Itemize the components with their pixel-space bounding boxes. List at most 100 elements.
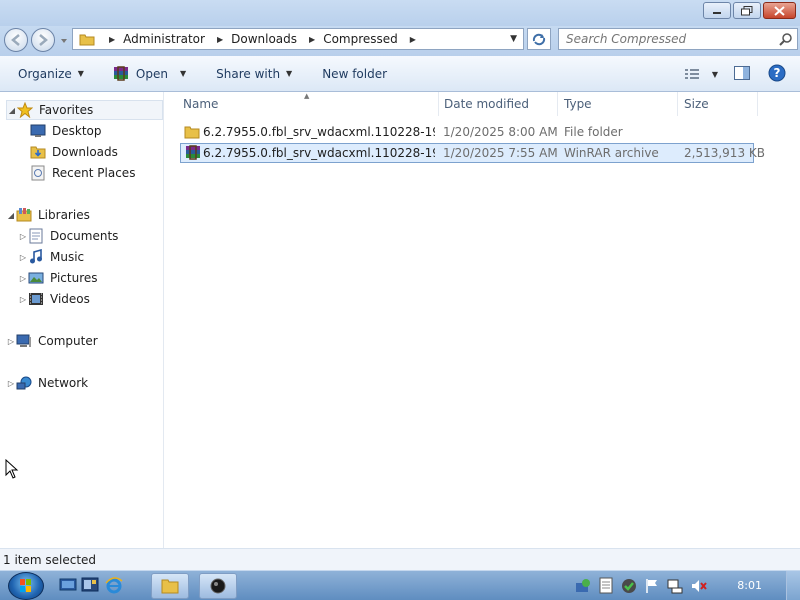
chevron-down-icon: ▼ — [179, 69, 187, 78]
document-tray-icon[interactable] — [598, 577, 614, 595]
expand-arrow-icon[interactable]: ▷ — [18, 295, 28, 304]
network-tray-icon[interactable] — [574, 577, 592, 595]
minimize-button[interactable] — [703, 2, 731, 19]
breadcrumb-administrator[interactable]: Administrator — [123, 32, 205, 46]
help-button[interactable]: ? — [768, 64, 786, 85]
search-icon[interactable] — [779, 32, 793, 46]
expand-arrow-icon[interactable]: ▷ — [18, 274, 28, 283]
file-date: 1/20/2025 8:00 AM — [443, 125, 558, 139]
column-date-label: Date modified — [444, 97, 530, 111]
breadcrumb-separator-icon[interactable]: ▶ — [410, 35, 416, 44]
recent-pages-dropdown[interactable] — [60, 34, 68, 46]
computer-icon — [16, 334, 31, 347]
share-with-button[interactable]: Share with ▼ — [208, 62, 300, 86]
show-desktop-button[interactable] — [786, 571, 800, 600]
nav-pictures[interactable]: ▷ Pictures — [18, 268, 98, 288]
breadcrumb-separator-icon[interactable]: ▶ — [309, 35, 315, 44]
column-header-type[interactable]: Type — [558, 92, 678, 116]
network-connection-icon[interactable] — [666, 577, 684, 595]
help-icon: ? — [768, 64, 786, 81]
forward-button[interactable] — [31, 28, 55, 52]
nav-videos[interactable]: ▷ Videos — [18, 289, 90, 309]
documents-icon — [29, 228, 43, 244]
collapse-arrow-icon[interactable]: ◢ — [7, 106, 17, 115]
nav-desktop[interactable]: Desktop — [30, 121, 102, 141]
address-dropdown-icon[interactable]: ▼ — [510, 34, 517, 44]
status-bar: 1 item selected — [0, 548, 800, 570]
title-bar — [0, 0, 800, 26]
nav-music-label: Music — [50, 250, 85, 264]
breadcrumb-compressed[interactable]: Compressed — [323, 32, 398, 46]
nav-documents-label: Documents — [50, 229, 119, 243]
change-view-button[interactable]: ▼ — [684, 68, 718, 80]
back-button[interactable] — [4, 28, 28, 52]
windows-logo-icon — [20, 579, 31, 592]
organize-label: Organize — [18, 66, 72, 81]
nav-documents[interactable]: ▷ Documents — [18, 226, 118, 246]
clock[interactable]: 8:01 — [737, 579, 762, 592]
close-button[interactable] — [763, 2, 796, 19]
nav-computer[interactable]: ▷ Computer — [6, 331, 98, 351]
column-size-label: Size — [684, 97, 709, 111]
server-manager-icon[interactable] — [81, 576, 99, 594]
open-button[interactable]: Open ▼ — [104, 62, 194, 86]
expand-arrow-icon[interactable]: ▷ — [18, 253, 28, 262]
column-header-date-modified[interactable]: Date modified — [438, 92, 558, 116]
restore-icon — [741, 5, 753, 15]
volume-muted-icon[interactable] — [690, 577, 708, 595]
libraries-icon — [16, 208, 32, 222]
file-row-selected[interactable]: 6.2.7955.0.fbl_srv_wdacxml.110228-1930_.… — [180, 143, 765, 163]
collapse-arrow-icon[interactable]: ◢ — [6, 211, 16, 220]
nav-favorites[interactable]: ◢ Favorites — [6, 100, 163, 120]
preview-pane-button[interactable] — [734, 65, 750, 83]
nav-network[interactable]: ▷ Network — [6, 373, 88, 393]
security-tray-icon[interactable] — [620, 577, 638, 595]
svg-text:?: ? — [774, 66, 781, 80]
nav-videos-label: Videos — [50, 292, 90, 306]
close-icon — [774, 5, 785, 16]
expand-arrow-icon[interactable]: ▷ — [6, 337, 16, 346]
star-icon — [17, 102, 33, 118]
refresh-icon — [532, 33, 546, 46]
internet-explorer-icon[interactable] — [105, 576, 123, 594]
nav-recent-places[interactable]: Recent Places — [30, 163, 135, 183]
breadcrumb-separator-icon[interactable]: ▶ — [217, 35, 223, 44]
nav-libraries[interactable]: ◢ Libraries — [6, 205, 90, 225]
expand-arrow-icon[interactable]: ▷ — [6, 379, 16, 388]
command-bar: Organize ▼ Open ▼ Share with ▼ New folder ▼… — [0, 56, 800, 92]
nav-downloads[interactable]: Downloads — [30, 142, 118, 162]
start-button[interactable] — [8, 572, 44, 600]
folder-icon — [79, 34, 95, 46]
nav-recent-places-label: Recent Places — [52, 166, 136, 180]
taskbar-app-button[interactable] — [199, 573, 237, 599]
refresh-button[interactable] — [527, 28, 551, 50]
search-box[interactable] — [558, 28, 798, 50]
maximize-button[interactable] — [733, 2, 761, 19]
window-controls — [703, 2, 796, 19]
column-header-size[interactable]: Size — [678, 92, 758, 116]
downloads-folder-icon — [30, 146, 46, 159]
new-folder-button[interactable]: New folder — [314, 62, 395, 86]
nav-music[interactable]: ▷ Music — [18, 247, 84, 267]
open-label: Open — [135, 66, 168, 81]
nav-network-label: Network — [38, 376, 89, 390]
recent-places-icon — [31, 165, 45, 181]
breadcrumb-downloads[interactable]: Downloads — [231, 32, 297, 46]
nav-computer-label: Computer — [38, 334, 98, 348]
file-row[interactable]: 6.2.7955.0.fbl_srv_wdacxml.110228-1930_.… — [180, 122, 754, 142]
breadcrumb-separator-icon[interactable]: ▶ — [109, 35, 115, 44]
column-header-name[interactable]: Name — [177, 92, 439, 116]
network-icon — [16, 376, 32, 390]
action-center-flag-icon[interactable] — [644, 577, 660, 595]
minimize-icon — [713, 11, 721, 14]
address-bar[interactable]: ▶ Administrator ▶ Downloads ▶ Compressed… — [72, 28, 524, 50]
chevron-down-icon: ▼ — [711, 69, 718, 79]
folder-icon — [184, 126, 200, 139]
file-list[interactable]: ▲ Name Date modified Type Size 6.2.7955.… — [165, 92, 800, 548]
search-input[interactable] — [566, 32, 766, 46]
expand-arrow-icon[interactable]: ▷ — [18, 232, 28, 241]
taskbar-explorer-button[interactable] — [151, 573, 189, 599]
column-type-label: Type — [564, 97, 592, 111]
show-desktop-quicklaunch-icon[interactable] — [59, 576, 77, 594]
organize-button[interactable]: Organize ▼ — [10, 62, 92, 86]
